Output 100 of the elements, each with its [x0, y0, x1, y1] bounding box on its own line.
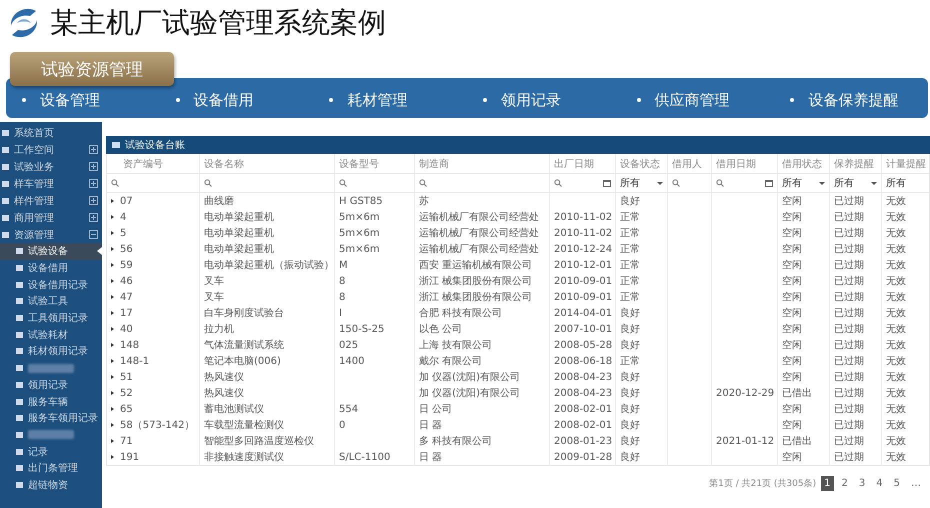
table-cell: 5m×6m	[339, 228, 380, 238]
table-cell: 71	[120, 436, 133, 446]
table-cell: 2010-11-02	[554, 212, 612, 222]
sidebar-subitem[interactable]: 设备借用	[0, 260, 102, 276]
column-header[interactable]: 资产编号	[107, 154, 199, 173]
column-header[interactable]: 借用日期	[711, 154, 777, 173]
redacted-label	[28, 430, 74, 440]
sidebar-subitem[interactable]: 服务车辆	[0, 393, 102, 410]
table-cell-text: 车载型流量检测仪	[204, 418, 284, 432]
sidebar-subitem[interactable]: 出门条管理	[0, 460, 102, 477]
column-header[interactable]: 借用状态	[777, 154, 829, 173]
table-cell-text: 正常	[620, 258, 640, 272]
nav-item[interactable]: 设备借用	[194, 90, 254, 110]
table-cell: 2009-01-28	[554, 452, 612, 462]
nav-item[interactable]: 耗材管理	[347, 90, 408, 110]
column-header[interactable]: 设备型号	[334, 154, 414, 173]
menu-icon	[16, 298, 23, 304]
table-cell-text: 已过期	[834, 370, 864, 384]
page-button[interactable]: 4	[873, 476, 886, 491]
expand-icon[interactable]	[89, 179, 98, 188]
sidebar-item[interactable]: 试验业务	[0, 158, 102, 175]
sidebar-item[interactable]: 资源管理	[0, 226, 102, 243]
table-cell: 2021-01-12	[716, 436, 774, 446]
sidebar-subitem[interactable]: 试验耗材	[0, 326, 102, 344]
table-cell-text: 已过期	[834, 322, 864, 336]
sidebar-subitem[interactable]: 工具领用记录	[0, 310, 102, 326]
table-cell-text: 运输机械厂有限公司经营处	[419, 210, 539, 224]
expand-icon[interactable]	[89, 162, 98, 171]
sidebar-subitem[interactable]: 耗材领用记录	[0, 343, 102, 360]
expand-row-icon[interactable]	[111, 327, 114, 331]
menu-icon	[16, 398, 23, 405]
nav-item[interactable]: 设备管理	[40, 90, 100, 110]
sidebar-subitem[interactable]: 服务车领用记录	[0, 410, 102, 427]
sidebar-subitem[interactable]: 领用记录	[0, 376, 102, 394]
expand-row-icon[interactable]	[111, 247, 114, 251]
column-header[interactable]: 设备状态	[615, 154, 667, 173]
expand-row-icon[interactable]	[111, 279, 114, 283]
sidebar-subitem[interactable]: 设备借用记录	[0, 276, 102, 294]
table-cell-text: 无效	[886, 387, 906, 400]
sidebar-subitem[interactable]: 超链物资	[0, 476, 102, 494]
table-cell: 07	[120, 196, 133, 206]
column-header[interactable]: 借用人	[667, 154, 711, 173]
status-dropdown[interactable]: 所有	[777, 174, 829, 192]
column-header[interactable]: 保养提醒	[829, 154, 881, 173]
sidebar-subitem[interactable]: 记录	[0, 443, 102, 460]
page-button[interactable]: 2	[838, 476, 851, 491]
table-cell: 1400	[339, 356, 364, 366]
table-cell-text: 无效	[886, 211, 906, 224]
menu-icon	[2, 214, 9, 220]
expand-row-icon[interactable]	[111, 375, 114, 379]
column-header[interactable]: 制造商	[414, 154, 549, 173]
table-cell-text: 良好	[620, 402, 640, 416]
page-button[interactable]: 1	[821, 476, 834, 491]
page-button[interactable]: 3	[856, 476, 868, 491]
sidebar-item[interactable]: 商用管理	[0, 209, 102, 226]
table-cell-text: 无效	[886, 275, 906, 288]
sidebar-subitem[interactable]: 试验设备	[0, 243, 102, 260]
table-cell: 2008-01-23	[554, 436, 612, 446]
table-cell-text: 空闲	[782, 370, 802, 384]
sidebar-item[interactable]: 工作空间	[0, 141, 102, 158]
sidebar-item[interactable]: 系统首页	[0, 124, 102, 141]
expand-row-icon[interactable]	[111, 455, 114, 459]
collapse-icon[interactable]	[89, 230, 98, 239]
table-cell-text: 已过期	[834, 306, 864, 320]
expand-row-icon[interactable]	[111, 263, 114, 267]
table-cell-text: 已过期	[834, 242, 864, 256]
page-button[interactable]: 5	[890, 476, 903, 491]
sidebar-item[interactable]: 样件管理	[0, 192, 102, 209]
calendar-icon	[765, 180, 773, 186]
expand-row-icon[interactable]	[111, 407, 114, 411]
sidebar-subitem[interactable]: 试验工具	[0, 293, 102, 310]
table-cell-text: 空闲	[782, 226, 802, 240]
menu-icon	[16, 482, 23, 488]
column-header[interactable]: 计量提醒	[881, 154, 929, 173]
expand-row-icon[interactable]	[111, 199, 114, 203]
menu-icon	[16, 432, 23, 438]
expand-icon[interactable]	[89, 196, 98, 205]
status-dropdown[interactable]: 所有	[615, 174, 667, 192]
search-icon	[204, 179, 212, 187]
nav-item[interactable]: 供应商管理	[654, 90, 730, 110]
sidebar-item[interactable]: 样车管理	[0, 175, 102, 192]
expand-row-icon[interactable]	[111, 343, 114, 347]
column-header[interactable]: 设备名称	[199, 154, 334, 173]
expand-row-icon[interactable]	[111, 231, 114, 235]
status-dropdown[interactable]: 所有	[829, 174, 881, 192]
expand-row-icon[interactable]	[111, 391, 114, 395]
expand-row-icon[interactable]	[111, 295, 114, 299]
expand-row-icon[interactable]	[111, 439, 114, 443]
expand-icon[interactable]	[89, 145, 98, 154]
expand-icon[interactable]	[89, 213, 98, 222]
expand-row-icon[interactable]	[111, 423, 114, 427]
table-cell-text: 良好	[620, 194, 640, 208]
expand-row-icon[interactable]	[111, 311, 114, 315]
table-cell: 148	[120, 340, 140, 350]
table-cell-text: 笔记本电脑(006)	[204, 354, 281, 368]
column-header[interactable]: 出厂日期	[549, 154, 615, 173]
nav-item[interactable]: 领用记录	[501, 90, 562, 110]
expand-row-icon[interactable]	[111, 359, 114, 363]
expand-row-icon[interactable]	[111, 215, 114, 219]
nav-item[interactable]: 设备保养提醒	[808, 90, 898, 110]
